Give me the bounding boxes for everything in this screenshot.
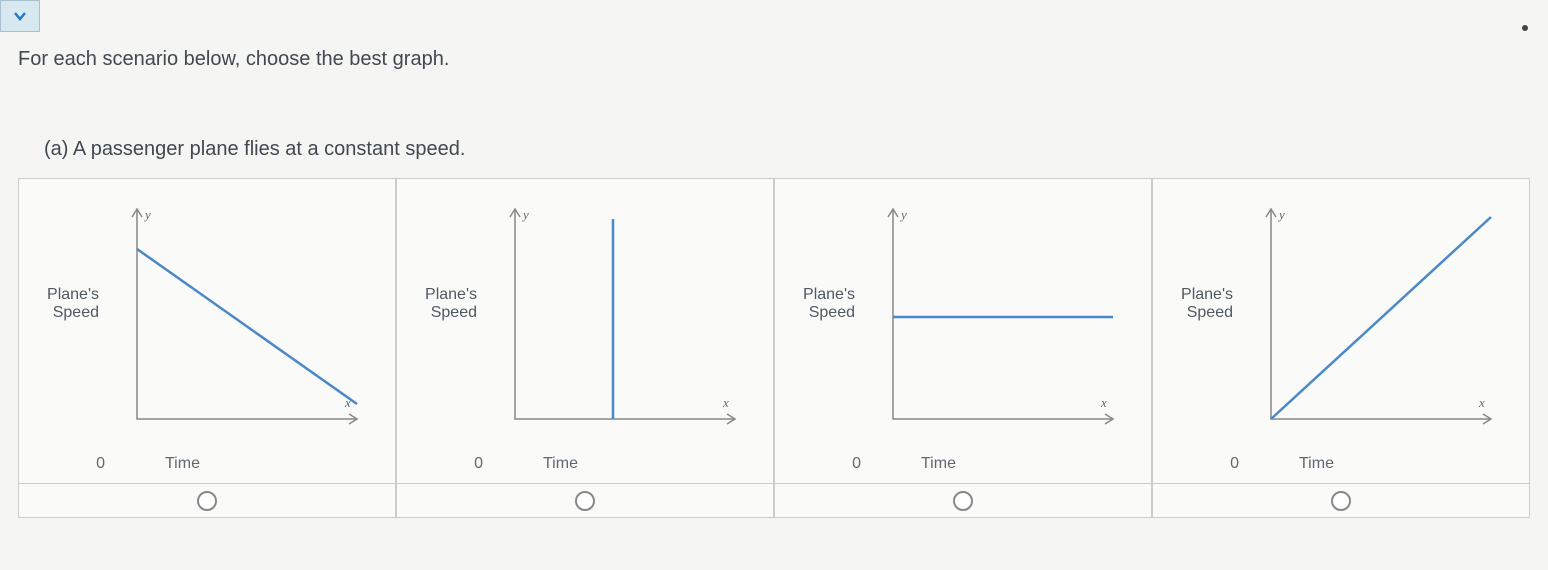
xlabel-row: 0 Time [775, 449, 1151, 483]
axes [137, 209, 357, 419]
radio-option-2[interactable] [575, 491, 595, 511]
y-var-label: y [1277, 207, 1285, 222]
x-axis-label: Time [881, 455, 1141, 473]
expand-toggle-button[interactable] [0, 0, 40, 32]
y-axis-label: Plane's Speed [1163, 286, 1241, 322]
radio-row [775, 483, 1151, 517]
plot-svg: y x [1241, 189, 1501, 449]
plot-svg: y x [485, 189, 745, 449]
ylabel-line2: Speed [785, 304, 855, 322]
x-var-label: x [722, 395, 729, 410]
ylabel-line2: Speed [29, 304, 99, 322]
origin-label: 0 [29, 455, 125, 473]
origin-label: 0 [785, 455, 881, 473]
graph-option-4: Plane's Speed y x 0 Time [1152, 178, 1530, 518]
radio-row [1153, 483, 1529, 517]
ylabel-line2: Speed [407, 304, 477, 322]
radio-option-1[interactable] [197, 491, 217, 511]
data-line [1271, 217, 1491, 419]
x-var-label: x [1478, 395, 1485, 410]
graph-option-2: Plane's Speed y x 0 Time [396, 178, 774, 518]
x-var-label: x [1100, 395, 1107, 410]
x-axis-label: Time [503, 455, 763, 473]
radio-option-3[interactable] [953, 491, 973, 511]
origin-label: 0 [1163, 455, 1259, 473]
radio-row [19, 483, 395, 517]
data-line [137, 249, 357, 404]
question-prompt: (a) A passenger plane flies at a constan… [44, 138, 465, 161]
ylabel-line1: Plane's [29, 286, 99, 304]
radio-option-4[interactable] [1331, 491, 1351, 511]
y-axis-label: Plane's Speed [785, 286, 863, 322]
graph-area: Plane's Speed y x [397, 179, 773, 449]
chevron-down-icon [13, 11, 27, 21]
instruction-text: For each scenario below, choose the best… [18, 48, 449, 71]
ylabel-line2: Speed [1163, 304, 1233, 322]
decorative-dot [1522, 25, 1528, 31]
y-axis-label: Plane's Speed [407, 286, 485, 322]
graph-option-1: Plane's Speed y x 0 Time [18, 178, 396, 518]
y-axis-label: Plane's Speed [29, 286, 107, 322]
graph-option-3: Plane's Speed y x 0 Time [774, 178, 1152, 518]
xlabel-row: 0 Time [1153, 449, 1529, 483]
ylabel-line1: Plane's [1163, 286, 1233, 304]
origin-label: 0 [407, 455, 503, 473]
graph-area: Plane's Speed y x [775, 179, 1151, 449]
ylabel-line1: Plane's [785, 286, 855, 304]
graphs-container: Plane's Speed y x 0 Time Plane's Spee [18, 178, 1530, 518]
plot-svg: y x [863, 189, 1123, 449]
xlabel-row: 0 Time [19, 449, 395, 483]
xlabel-row: 0 Time [397, 449, 773, 483]
x-axis-label: Time [1259, 455, 1519, 473]
ylabel-line1: Plane's [407, 286, 477, 304]
axes [893, 209, 1113, 419]
graph-area: Plane's Speed y x [19, 179, 395, 449]
y-var-label: y [521, 207, 529, 222]
y-var-label: y [143, 207, 151, 222]
y-var-label: y [899, 207, 907, 222]
graph-area: Plane's Speed y x [1153, 179, 1529, 449]
axes [515, 209, 735, 419]
radio-row [397, 483, 773, 517]
plot-svg: y x [107, 189, 367, 449]
x-axis-label: Time [125, 455, 385, 473]
